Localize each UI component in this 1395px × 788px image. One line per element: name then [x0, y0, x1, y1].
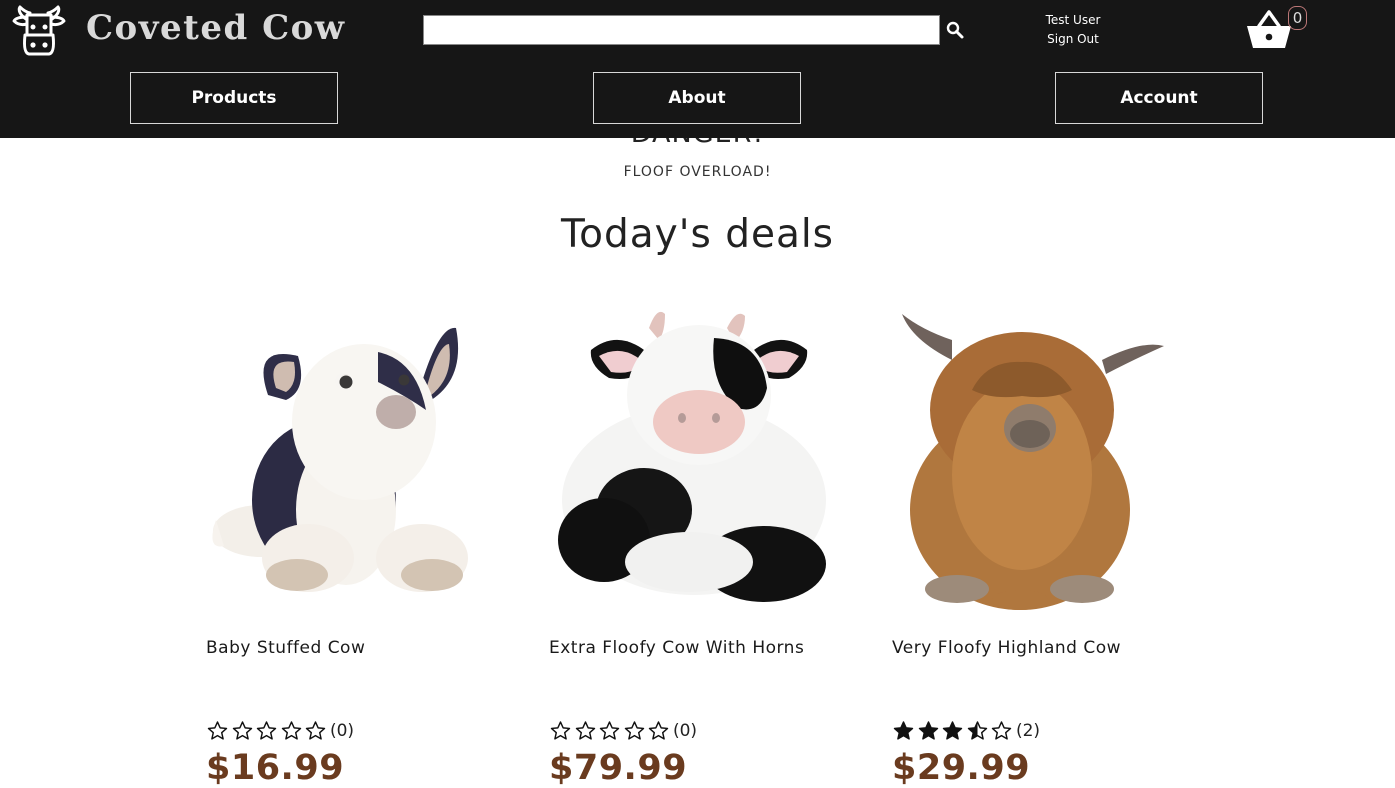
product-rating: (0): [549, 718, 697, 744]
star-empty-icon[interactable]: [206, 720, 229, 742]
star-empty-icon[interactable]: [304, 720, 327, 742]
product-name[interactable]: Extra Floofy Cow With Horns: [549, 638, 804, 658]
basket-icon[interactable]: [1245, 8, 1293, 50]
star-empty-icon[interactable]: [623, 720, 646, 742]
user-name[interactable]: Test User: [1033, 11, 1113, 30]
star-empty-icon[interactable]: [549, 720, 572, 742]
product-price: $16.99: [206, 748, 345, 788]
sign-out-link[interactable]: Sign Out: [1033, 30, 1113, 49]
star-filled-icon[interactable]: [917, 720, 940, 742]
review-count[interactable]: (0): [673, 721, 697, 741]
product-name[interactable]: Baby Stuffed Cow: [206, 638, 365, 658]
search-icon[interactable]: [945, 20, 965, 40]
product-image[interactable]: [892, 300, 1192, 610]
hero-subtitle: FLOOF OVERLOAD!: [623, 164, 772, 180]
product-card: Baby Stuffed Cow (0) $16.99: [206, 300, 506, 788]
star-empty-icon[interactable]: [574, 720, 597, 742]
star-filled-icon[interactable]: [892, 720, 915, 742]
product-rating: (0): [206, 718, 354, 744]
user-menu: Test User Sign Out: [1033, 11, 1113, 49]
cow-head-icon[interactable]: [12, 5, 66, 57]
review-count[interactable]: (2): [1016, 721, 1040, 741]
star-half-icon[interactable]: [966, 720, 989, 742]
star-empty-icon[interactable]: [255, 720, 278, 742]
nav-products-button[interactable]: Products: [130, 72, 338, 124]
star-empty-icon[interactable]: [990, 720, 1013, 742]
star-empty-icon[interactable]: [231, 720, 254, 742]
site-header: Coveted Cow Test User Sign Out 0 Product…: [0, 0, 1395, 138]
product-price: $79.99: [549, 748, 688, 788]
search-input[interactable]: [423, 15, 940, 45]
nav-account-button[interactable]: Account: [1055, 72, 1263, 124]
product-price: $29.99: [892, 748, 1031, 788]
nav-about-button[interactable]: About: [593, 72, 801, 124]
star-empty-icon[interactable]: [647, 720, 670, 742]
star-empty-icon[interactable]: [280, 720, 303, 742]
product-card: Extra Floofy Cow With Horns (0) $79.99: [549, 300, 849, 788]
product-name[interactable]: Very Floofy Highland Cow: [892, 638, 1121, 658]
product-card: Very Floofy Highland Cow (2) $29.99: [892, 300, 1192, 788]
product-image[interactable]: [206, 300, 506, 610]
review-count[interactable]: (0): [330, 721, 354, 741]
product-image[interactable]: [549, 300, 849, 610]
star-filled-icon[interactable]: [941, 720, 964, 742]
deals-heading: Today's deals: [560, 212, 835, 257]
brand-name[interactable]: Coveted Cow: [86, 8, 346, 48]
product-rating: (2): [892, 718, 1040, 744]
star-empty-icon[interactable]: [598, 720, 621, 742]
cart-count-badge: 0: [1288, 6, 1307, 30]
